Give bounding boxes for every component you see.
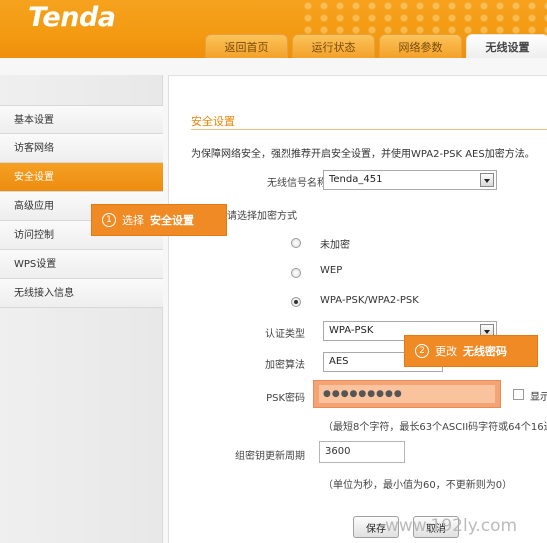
tab-network[interactable]: 网络参数 xyxy=(379,34,462,58)
step-number: 1 xyxy=(102,213,116,227)
callout-strong: 安全设置 xyxy=(150,214,194,227)
radio-wpa-label: WPA-PSK/WPA2-PSK xyxy=(320,295,419,306)
callout-step1: 1 选择 安全设置 xyxy=(92,205,226,235)
auth-value: WPA-PSK xyxy=(329,325,374,336)
show-password-label: 显示 xyxy=(530,392,547,403)
tab-home[interactable]: 返回首页 xyxy=(205,34,288,58)
callout-strong: 无线密码 xyxy=(463,345,507,358)
show-password-checkbox[interactable] xyxy=(513,389,524,400)
top-tabs: 返回首页 运行状态 网络参数 无线设置 xyxy=(205,34,547,58)
rekey-hint: （单位为秒，最小值为60，不更新则为0） xyxy=(323,480,513,491)
sidebar-item-client-info[interactable]: 无线接入信息 xyxy=(0,279,163,308)
sidebar-item-basic[interactable]: 基本设置 xyxy=(0,105,163,134)
algorithm-value: AES xyxy=(329,356,349,367)
main-panel: 安全设置 为保障网络安全，强烈推荐开启安全设置，并使用WPA2-PSK AES加… xyxy=(168,75,547,543)
header-decoration xyxy=(300,0,547,34)
auth-label: 认证类型 xyxy=(265,329,305,340)
callout-text: 更改 xyxy=(435,345,457,358)
callout-text: 选择 xyxy=(122,214,144,227)
algorithm-label: 加密算法 xyxy=(265,360,305,371)
rekey-label: 组密钥更新周期 xyxy=(235,451,305,462)
encryption-label: 请选择加密方式 xyxy=(227,211,297,222)
header: Tenda 返回首页 运行状态 网络参数 无线设置 xyxy=(0,0,547,58)
radio-none[interactable] xyxy=(291,238,301,248)
chevron-down-icon xyxy=(480,173,494,187)
page-title: 安全设置 xyxy=(191,115,235,128)
title-divider xyxy=(191,129,547,130)
psk-hint: （最短8个字符，最长63个ASCII码字符或64个16进制 xyxy=(323,422,547,433)
radio-wep[interactable] xyxy=(291,268,301,278)
radio-wep-label: WEP xyxy=(320,265,343,276)
intro-text: 为保障网络安全，强烈推荐开启安全设置，并使用WPA2-PSK AES加密方法。 xyxy=(191,149,535,160)
sidebar-item-security[interactable]: 安全设置 xyxy=(0,163,163,192)
radio-none-label: 未加密 xyxy=(320,240,350,251)
watermark: www.192ly.com xyxy=(385,516,518,536)
sidebar: 基本设置 访客网络 安全设置 高级应用 访问控制 WPS设置 无线接入信息 xyxy=(0,75,163,543)
step-number: 2 xyxy=(415,344,429,358)
radio-wpa[interactable] xyxy=(291,297,301,307)
sidebar-item-wps[interactable]: WPS设置 xyxy=(0,250,163,279)
callout-step2: 2 更改 无线密码 xyxy=(405,336,537,366)
tab-status[interactable]: 运行状态 xyxy=(292,34,375,58)
ssid-value: Tenda_451 xyxy=(329,174,383,185)
tenda-logo: Tenda xyxy=(28,2,116,33)
rekey-input[interactable]: 3600 xyxy=(319,441,405,463)
psk-input[interactable]: ●●●●●●●●● xyxy=(319,385,495,403)
ssid-label: 无线信号名称 xyxy=(267,178,327,189)
psk-label: PSK密码 xyxy=(266,393,305,404)
tab-wireless[interactable]: 无线设置 xyxy=(466,34,547,58)
sidebar-item-guest[interactable]: 访客网络 xyxy=(0,134,163,163)
ssid-select[interactable]: Tenda_451 xyxy=(323,170,497,190)
